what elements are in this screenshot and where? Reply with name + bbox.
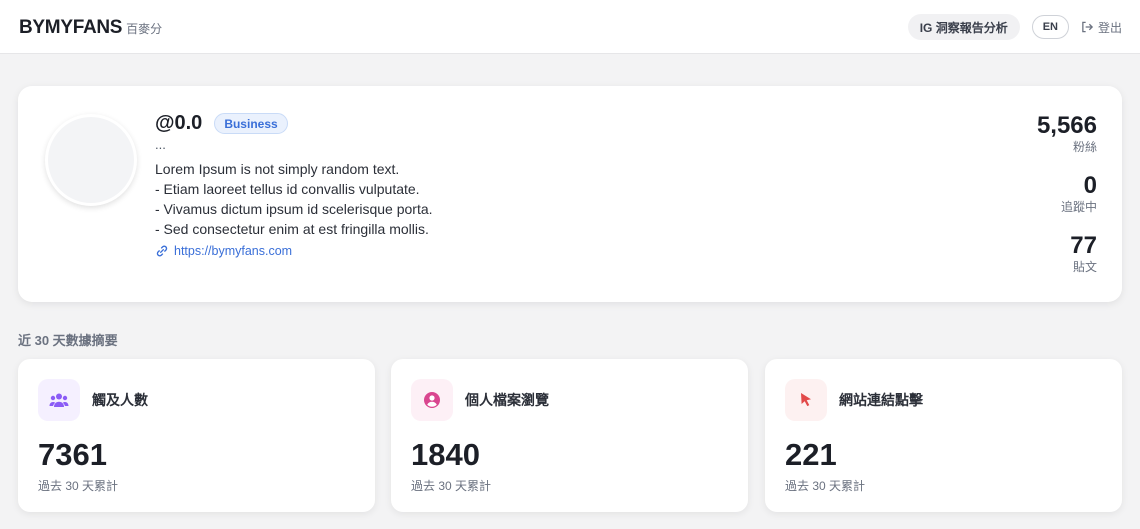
bio-line: - Vivamus dictum ipsum id scelerisque po…	[155, 201, 433, 217]
metric-value: 1840	[411, 437, 480, 472]
language-toggle-button[interactable]: EN	[1031, 15, 1069, 39]
metric-caption: 過去 30 天累計	[411, 479, 492, 493]
brand-subtitle: 百麥分	[126, 22, 163, 36]
metric-caption: 過去 30 天累計	[38, 479, 119, 493]
cursor-icon	[785, 379, 827, 421]
metric-value: 221	[785, 437, 837, 472]
stat-label: 追蹤中	[1060, 200, 1097, 214]
website-link[interactable]: https://bymyfans.com	[155, 244, 755, 258]
metric-title: 網站連結點擊	[839, 392, 923, 408]
stat-value: 5,566	[1036, 112, 1097, 139]
summary-section-title: 近 30 天數據摘要	[18, 333, 118, 348]
website-url[interactable]: https://bymyfans.com	[174, 244, 292, 258]
logout-button[interactable]: 登出	[1081, 19, 1122, 36]
logout-label[interactable]: 登出	[1098, 19, 1122, 36]
metric-title: 個人檔案瀏覽	[465, 392, 549, 408]
profile-handle: @0.0	[155, 112, 203, 134]
profile-info: @0.0 Business ... Lorem Ipsum is not sim…	[155, 112, 755, 258]
metric-card-link-clicks: 網站連結點擊 221 過去 30 天累計	[765, 359, 1122, 512]
bio-line: - Etiam laoreet tellus id convallis vulp…	[155, 181, 420, 197]
profile-full-name: ...	[155, 137, 166, 152]
profile-stats: 5,566 粉絲 0 追蹤中 77 貼文	[1037, 112, 1097, 292]
bio-line: - Sed consectetur enim at est fringilla …	[155, 221, 429, 237]
navbar-actions: IG 洞察報告分析 EN 登出	[907, 14, 1122, 40]
top-navbar: BYMYFANS 百麥分 IG 洞察報告分析 EN 登出	[0, 0, 1140, 54]
user-circle-icon	[411, 379, 453, 421]
metric-value: 7361	[38, 437, 107, 472]
profile-card: @0.0 Business ... Lorem Ipsum is not sim…	[18, 86, 1122, 302]
brand[interactable]: BYMYFANS 百麥分	[19, 17, 162, 39]
metric-caption: 過去 30 天累計	[785, 479, 866, 493]
profile-bio: Lorem Ipsum is not simply random text. -…	[155, 159, 755, 239]
link-icon	[156, 245, 168, 257]
ig-insight-report-button[interactable]: IG 洞察報告分析	[907, 14, 1020, 40]
users-icon	[38, 379, 80, 421]
avatar	[45, 114, 137, 206]
stat-value: 0	[1083, 172, 1097, 199]
stat-value: 77	[1070, 232, 1097, 259]
account-type-badge: Business	[214, 113, 288, 134]
stat-label: 粉絲	[1072, 140, 1097, 154]
metric-card-reach: 觸及人數 7361 過去 30 天累計	[18, 359, 375, 512]
metric-card-profile-views: 個人檔案瀏覽 1840 過去 30 天累計	[391, 359, 748, 512]
logout-icon	[1082, 21, 1094, 33]
metric-title: 觸及人數	[92, 392, 148, 408]
brand-logo[interactable]: BYMYFANS	[19, 17, 122, 39]
stat-label: 貼文	[1072, 260, 1097, 274]
stat-followers: 5,566 粉絲	[1037, 112, 1097, 172]
stat-following: 0 追蹤中	[1037, 172, 1097, 232]
stat-posts: 77 貼文	[1037, 232, 1097, 292]
bio-line: Lorem Ipsum is not simply random text.	[155, 161, 400, 177]
